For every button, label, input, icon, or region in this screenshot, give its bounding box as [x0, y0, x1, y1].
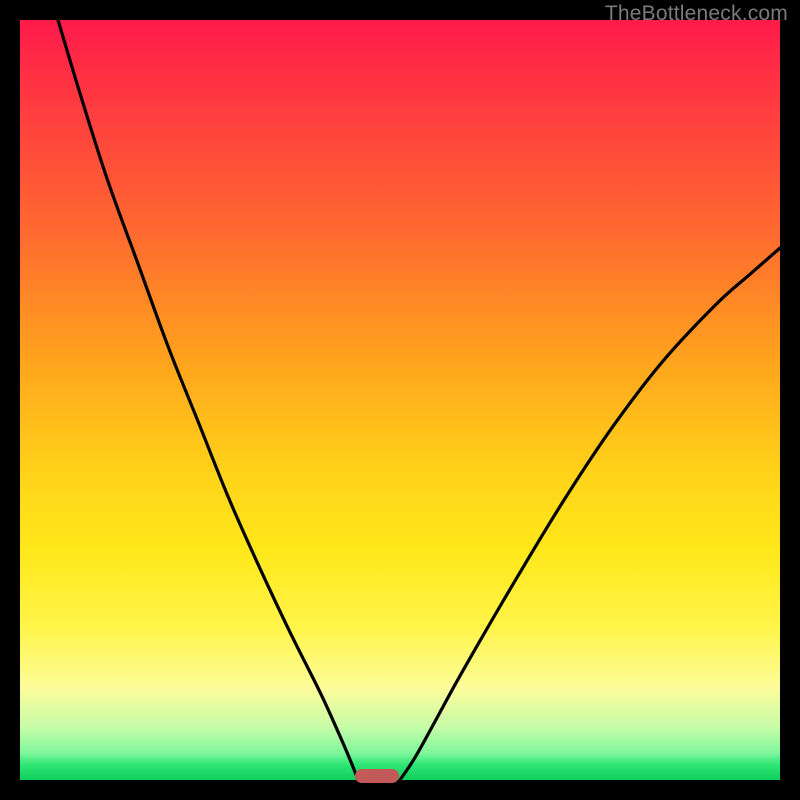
bottleneck-marker	[355, 769, 399, 783]
outer-frame: TheBottleneck.com	[0, 0, 800, 800]
curve-right	[400, 248, 780, 780]
plot-area	[20, 20, 780, 780]
curve-left	[58, 20, 358, 780]
curve-layer	[20, 20, 780, 780]
